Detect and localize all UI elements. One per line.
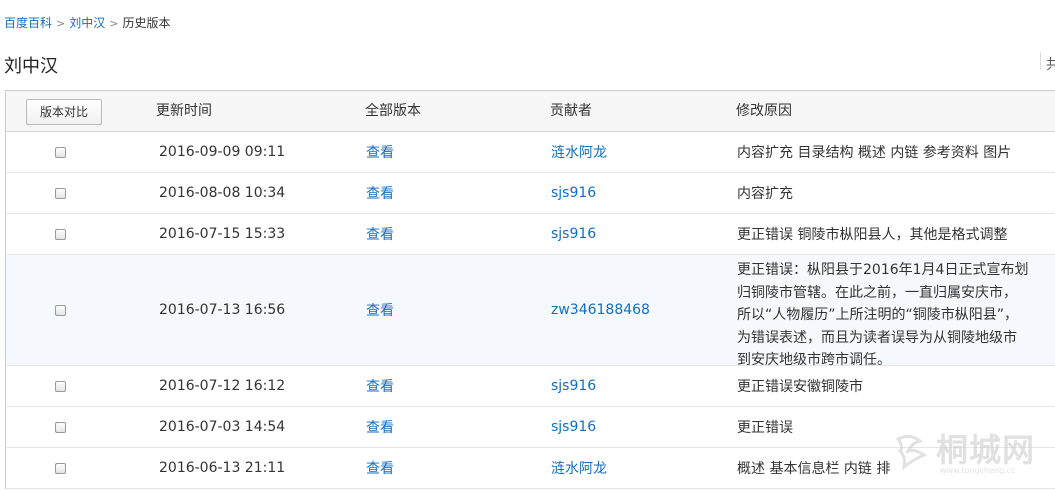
view-version-link[interactable]: 查看	[366, 417, 394, 437]
view-version-link-cell: 查看	[366, 255, 394, 365]
breadcrumb: 百度百科 > 刘中汉 > 历史版本	[4, 15, 170, 32]
breadcrumb-link-baike[interactable]: 百度百科	[4, 16, 52, 30]
update-time-cell: 2016-07-12 16:12	[159, 366, 285, 406]
edit-reason-cell: 内容扩充 目录结构 概述 内链 参考资料 图片	[737, 132, 1011, 172]
update-time-cell: 2016-07-15 15:33	[159, 214, 285, 254]
update-time: 2016-09-09 09:11	[159, 144, 286, 160]
contributor-link-cell: 涟水阿龙	[551, 132, 607, 172]
compare-versions-button[interactable]: 版本对比	[26, 99, 102, 125]
contributor-link[interactable]: sjs916	[551, 226, 596, 242]
view-version-link-cell: 查看	[366, 407, 394, 447]
row-select-checkbox[interactable]	[55, 380, 66, 392]
view-version-link-cell: 查看	[366, 173, 394, 213]
header-all-versions: 全部版本	[365, 103, 421, 119]
row-select-checkbox[interactable]	[55, 146, 66, 158]
update-time: 2016-08-08 10:34	[159, 185, 286, 201]
view-version-link-cell: 查看	[366, 366, 394, 406]
edit-reason: 更正错误	[737, 420, 793, 436]
view-version-link[interactable]: 查看	[366, 300, 394, 320]
update-time-cell: 2016-09-09 09:11	[159, 132, 285, 172]
contributor-link[interactable]: sjs916	[551, 378, 596, 394]
row-checkbox-cell	[55, 173, 66, 213]
contributor-link[interactable]: sjs916	[551, 419, 596, 435]
header-reason: 修改原因	[736, 103, 792, 119]
contributor-link-cell: sjs916	[551, 366, 596, 406]
header-contributor: 贡献者	[550, 103, 592, 119]
update-time: 2016-07-13 16:56	[159, 302, 286, 318]
view-version-link[interactable]: 查看	[366, 183, 394, 203]
table-row: 2016-07-13 16:56 查看 zw346188468 更正错误：枞阳县于20…	[6, 255, 1055, 368]
row-checkbox-cell	[55, 214, 66, 254]
update-time-cell: 2016-07-13 16:56	[159, 255, 285, 365]
row-checkbox-cell	[55, 366, 66, 406]
contributor-link[interactable]: sjs916	[551, 185, 596, 201]
edit-reason: 内容扩充 目录结构 概述 内链 参考资料 图片	[737, 145, 1012, 161]
row-select-checkbox[interactable]	[55, 304, 66, 316]
row-select-checkbox[interactable]	[55, 421, 66, 433]
edit-reason-cell: 内容扩充	[737, 173, 793, 213]
contributor-link[interactable]: 涟水阿龙	[551, 142, 607, 162]
table-row: 2016-06-13 21:11 查看 涟水阿龙 概述 基本信息栏 内链 排	[6, 448, 1055, 489]
total-count-label: 共	[1046, 57, 1055, 73]
table-row: 2016-07-03 14:54 查看 sjs916 更正错误	[6, 407, 1055, 448]
contributor-link-cell: zw346188468	[551, 255, 650, 365]
breadcrumb-link-entry[interactable]: 刘中汉	[69, 16, 105, 30]
row-select-checkbox[interactable]	[55, 228, 66, 240]
contributor-link-cell: sjs916	[551, 173, 596, 213]
update-time: 2016-07-03 14:54	[159, 419, 286, 435]
history-page: 百度百科 > 刘中汉 > 历史版本 刘中汉 共 版本对比 更新时间 全部版本 贡献者 修…	[0, 0, 1055, 490]
update-time-cell: 2016-08-08 10:34	[159, 173, 285, 213]
edit-reason: 更正错误安徽铜陵市	[737, 379, 863, 395]
edit-reason-cell: 更正错误安徽铜陵市	[737, 366, 863, 406]
breadcrumb-separator: >	[56, 17, 66, 30]
row-select-checkbox[interactable]	[55, 187, 66, 199]
update-time-cell: 2016-06-13 21:11	[159, 448, 285, 488]
view-version-link-cell: 查看	[366, 214, 394, 254]
view-version-link[interactable]: 查看	[366, 224, 394, 244]
table-row: 2016-09-09 09:11 查看 涟水阿龙 内容扩充 目录结构 概述 内链 参考…	[6, 132, 1055, 173]
update-time: 2016-07-15 15:33	[159, 226, 286, 242]
view-version-link-cell: 查看	[366, 132, 394, 172]
row-checkbox-cell	[55, 255, 66, 365]
edit-reason-cell: 更正错误：枞阳县于2016年1月4日正式宣布划归铜陵市管辖。在此之前，一直归属安…	[737, 255, 1029, 368]
header-update-time: 更新时间	[156, 103, 212, 119]
contributor-link[interactable]: zw346188468	[551, 302, 650, 318]
breadcrumb-separator: >	[109, 17, 119, 30]
view-version-link[interactable]: 查看	[366, 458, 394, 478]
table-row: 2016-08-08 10:34 查看 sjs916 内容扩充	[6, 173, 1055, 214]
edit-reason: 更正错误 铜陵市枞阳县人，其他是格式调整	[737, 227, 1008, 243]
table-header: 版本对比 更新时间 全部版本 贡献者 修改原因	[6, 91, 1055, 132]
edit-reason: 概述 基本信息栏 内链 排	[737, 461, 891, 477]
table-row: 2016-07-12 16:12 查看 sjs916 更正错误安徽铜陵市	[6, 366, 1055, 407]
update-time: 2016-06-13 21:11	[159, 460, 286, 476]
edit-reason-cell: 更正错误	[737, 407, 793, 447]
edit-reason: 更正错误：枞阳县于2016年1月4日正式宣布划归铜陵市管辖。在此之前，一直归属安…	[737, 262, 1029, 368]
contributor-link-cell: sjs916	[551, 407, 596, 447]
edit-reason: 内容扩充	[737, 186, 793, 202]
edit-reason-cell: 更正错误 铜陵市枞阳县人，其他是格式调整	[737, 214, 1007, 254]
update-time-cell: 2016-07-03 14:54	[159, 407, 285, 447]
table-row: 2016-07-15 15:33 查看 sjs916 更正错误 铜陵市枞阳县人，其他是…	[6, 214, 1055, 255]
divider	[1040, 52, 1041, 70]
update-time: 2016-07-12 16:12	[159, 378, 286, 394]
row-checkbox-cell	[55, 132, 66, 172]
breadcrumb-current: 历史版本	[122, 16, 171, 30]
contributor-link-cell: 涟水阿龙	[551, 448, 607, 488]
row-checkbox-cell	[55, 407, 66, 447]
row-checkbox-cell	[55, 448, 66, 488]
row-select-checkbox[interactable]	[55, 462, 66, 474]
contributor-link-cell: sjs916	[551, 214, 596, 254]
edit-reason-cell: 概述 基本信息栏 内链 排	[737, 448, 890, 488]
view-version-link-cell: 查看	[366, 448, 394, 488]
contributor-link[interactable]: 涟水阿龙	[551, 458, 607, 478]
page-title: 刘中汉	[4, 56, 58, 77]
view-version-link[interactable]: 查看	[366, 376, 394, 396]
view-version-link[interactable]: 查看	[366, 142, 394, 162]
table-body: 2016-09-09 09:11 查看 涟水阿龙 内容扩充 目录结构 概述 内链 参考…	[6, 132, 1055, 489]
history-table: 版本对比 更新时间 全部版本 贡献者 修改原因 2016-09-09 09:11…	[5, 90, 1055, 489]
